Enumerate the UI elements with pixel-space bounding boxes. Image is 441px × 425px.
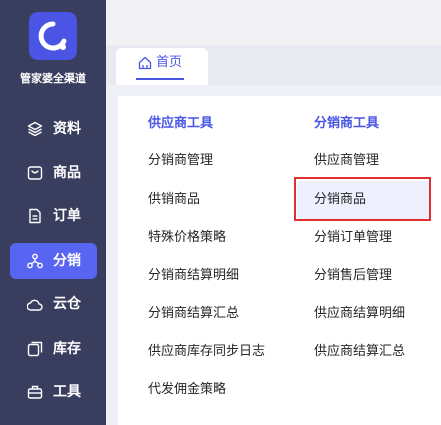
home-icon <box>138 56 152 70</box>
logo-icon <box>38 21 67 51</box>
column-heading-distributor-tools: 分销商工具 <box>314 116 380 131</box>
main-panel <box>118 96 441 425</box>
sidebar-item-label: 资料 <box>53 121 81 137</box>
sidebar-item-distribution[interactable]: 分销 <box>10 243 97 279</box>
sidebar-item-label: 分销 <box>53 253 81 269</box>
menu-link[interactable]: 分销订单管理 <box>314 229 392 247</box>
sidebar-item-label: 工具 <box>53 384 81 400</box>
sidebar-item-label: 订单 <box>53 208 81 224</box>
sidebar-item-label: 库存 <box>53 341 81 357</box>
layers-icon <box>27 121 43 137</box>
menu-link[interactable]: 分销售后管理 <box>314 267 392 285</box>
active-tab-indicator <box>136 78 184 80</box>
menu-link[interactable]: 供应商库存同步日志 <box>148 343 265 361</box>
cloud-warehouse-icon <box>27 299 43 311</box>
sidebar-item-data[interactable]: 资料 <box>10 111 97 147</box>
menu-link[interactable]: 代发佣金策略 <box>148 381 226 399</box>
document-icon <box>29 208 41 224</box>
menu-link[interactable]: 分销商结算汇总 <box>148 305 239 323</box>
sidebar-item-inventory[interactable]: 库存 <box>10 331 97 367</box>
sidebar-item-label: 商品 <box>53 165 81 181</box>
menu-link[interactable]: 分销商管理 <box>148 152 213 170</box>
sidebar: 管家婆全渠道 资料 商品 订单 分销 云仓 库存 工具 <box>0 0 106 425</box>
menu-link[interactable]: 供应商管理 <box>314 152 379 170</box>
menu-link[interactable]: 供应商结算明细 <box>314 305 405 323</box>
box-icon <box>27 166 43 180</box>
network-icon <box>27 253 43 269</box>
tab-label: 首页 <box>156 55 183 70</box>
menu-link[interactable]: 特殊价格策略 <box>148 229 226 247</box>
inventory-icon <box>27 341 43 357</box>
menu-link[interactable]: 分销商结算明细 <box>148 267 239 285</box>
top-bar <box>106 0 441 45</box>
sidebar-item-orders[interactable]: 订单 <box>10 198 97 234</box>
highlight-box <box>294 177 431 221</box>
toolbox-icon <box>27 385 43 399</box>
menu-link[interactable]: 供销商品 <box>148 191 200 209</box>
sidebar-item-goods[interactable]: 商品 <box>10 155 97 191</box>
brand-name: 管家婆全渠道 <box>20 72 86 85</box>
app-logo[interactable] <box>29 12 77 60</box>
sidebar-item-tools[interactable]: 工具 <box>10 374 97 410</box>
sidebar-item-label: 云仓 <box>53 296 81 312</box>
column-heading-supplier-tools: 供应商工具 <box>148 116 214 131</box>
tab-home[interactable]: 首页 <box>116 48 208 85</box>
menu-link[interactable]: 供应商结算汇总 <box>314 343 405 361</box>
sidebar-item-cloud-warehouse[interactable]: 云仓 <box>10 286 97 322</box>
